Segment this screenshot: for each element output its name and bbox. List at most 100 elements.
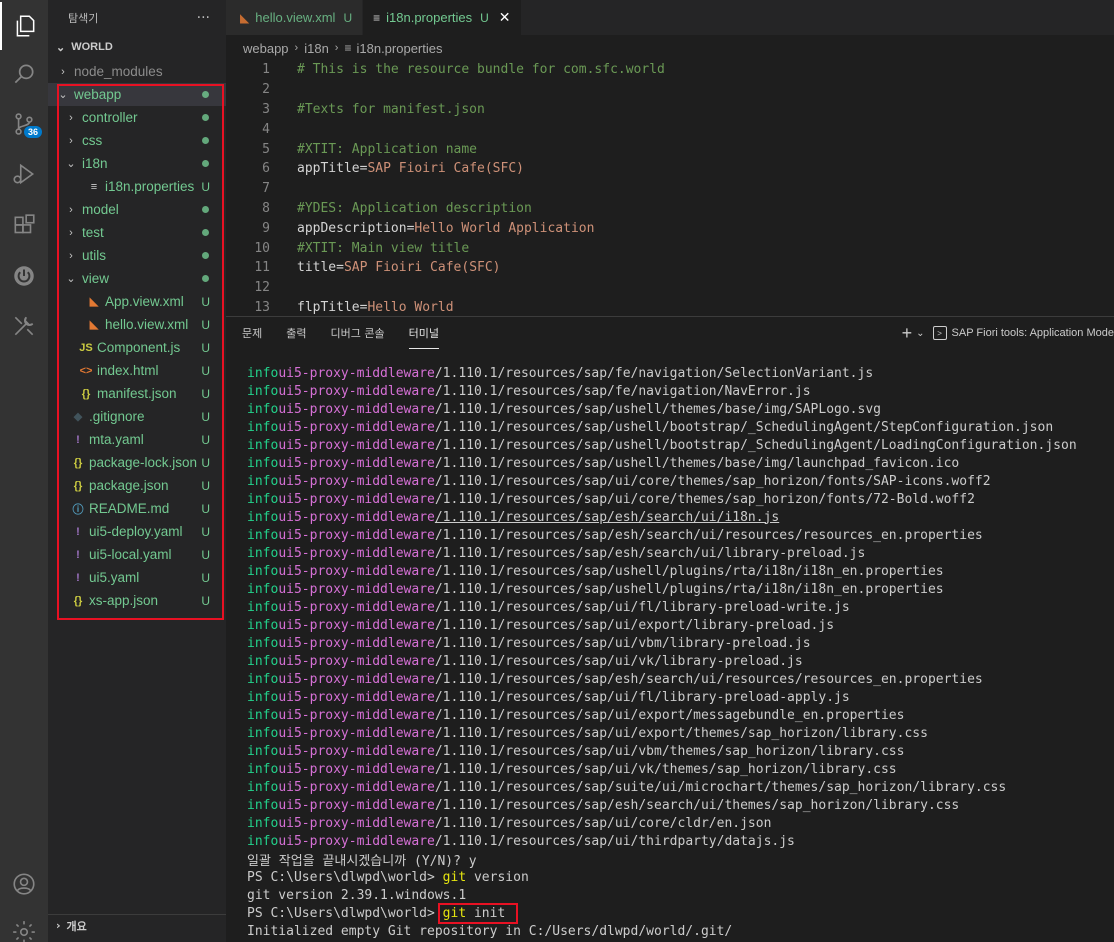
file-type-icon: ≡: [373, 10, 381, 25]
file-type-icon: {}: [73, 594, 83, 607]
terminal-command: git: [442, 905, 467, 921]
tree-item[interactable]: {} xs-app.json U: [48, 589, 226, 612]
tools-icon[interactable]: [0, 302, 48, 350]
account-icon[interactable]: [0, 860, 48, 908]
tree-item[interactable]: › model: [48, 198, 226, 221]
log-source: ui5-proxy-middleware: [278, 815, 435, 831]
log-source: ui5-proxy-middleware: [278, 491, 435, 507]
tree-item[interactable]: {} package.json U: [48, 474, 226, 497]
panel-tab[interactable]: 디버그 콘솔: [331, 317, 385, 349]
sap-fiori-icon[interactable]: [0, 252, 48, 300]
tree-item[interactable]: ◣ App.view.xml U: [48, 290, 226, 313]
tree-item[interactable]: ! ui5-deploy.yaml U: [48, 520, 226, 543]
terminal-output[interactable]: info ui5-proxy-middleware /1.110.1/resou…: [247, 364, 1114, 940]
terminal-line: info ui5-proxy-middleware /1.110.1/resou…: [247, 616, 1114, 634]
tree-item[interactable]: {} package-lock.json U: [48, 451, 226, 474]
chevron-down-icon[interactable]: ⌄: [916, 328, 924, 339]
file-type-icon: !: [76, 571, 80, 584]
property-key: appDescription: [297, 220, 407, 236]
tree-item[interactable]: › controller: [48, 106, 226, 129]
log-path: /1.110.1/resources/sap/ui/export/themes/…: [434, 725, 928, 741]
source-control-icon[interactable]: 36: [0, 100, 48, 148]
tree-item-label: node_modules: [74, 64, 163, 79]
workspace-root[interactable]: ⌄ WORLD: [48, 36, 226, 58]
tree-item[interactable]: › utils: [48, 244, 226, 267]
panel-tab[interactable]: 출력: [286, 317, 306, 349]
log-source: ui5-proxy-middleware: [278, 761, 435, 777]
tree-item[interactable]: ⌄ view: [48, 267, 226, 290]
tree-item[interactable]: JS Component.js U: [48, 336, 226, 359]
code-line: 9 appDescription=Hello World Application: [226, 218, 1114, 238]
log-path: /1.110.1/resources/sap/ui/vbm/library-pr…: [434, 635, 811, 651]
git-status-dot-icon: [202, 91, 209, 98]
tree-item[interactable]: ◆ .gitignore U: [48, 405, 226, 428]
terminal-name[interactable]: SAP Fiori tools: Application Mode: [952, 327, 1114, 339]
git-status-dot-icon: [202, 114, 209, 121]
log-source: ui5-proxy-middleware: [278, 419, 435, 435]
log-source: ui5-proxy-middleware: [278, 707, 435, 723]
terminal-line: Initialized empty Git repository in C:/U…: [247, 922, 1114, 940]
tree-item[interactable]: › test: [48, 221, 226, 244]
property-key: appTitle: [297, 161, 360, 177]
terminal-line: info ui5-proxy-middleware /1.110.1/resou…: [247, 724, 1114, 742]
tree-item[interactable]: ⌄ i18n: [48, 152, 226, 175]
log-path: /1.110.1/resources/sap/ushell/plugins/rt…: [434, 581, 944, 597]
tree-item[interactable]: ⓘ README.md U: [48, 497, 226, 520]
editor-tab[interactable]: ◣ hello.view.xml U: [226, 0, 364, 35]
close-icon[interactable]: ✕: [499, 9, 511, 26]
log-path: /1.110.1/resources/sap/ui/export/message…: [434, 707, 905, 723]
terminal-line: info ui5-proxy-middleware /1.110.1/resou…: [247, 544, 1114, 562]
tree-item[interactable]: ⌄ webapp: [48, 83, 226, 106]
tab-label: i18n.properties: [386, 10, 473, 25]
tree-item[interactable]: ! ui5-local.yaml U: [48, 543, 226, 566]
code-text: appTitle=SAP Fioiri Cafe(SFC): [297, 161, 524, 176]
property-value: SAP Fioiri Cafe(SFC): [343, 260, 501, 276]
log-level: info: [247, 383, 279, 399]
panel-tab[interactable]: 터미널: [408, 317, 439, 349]
line-number: 12: [254, 280, 270, 296]
file-type-icon: ◣: [89, 319, 99, 331]
more-actions-icon[interactable]: ···: [197, 10, 210, 26]
log-path: /1.110.1/resources/sap/fe/navigation/Sel…: [434, 365, 874, 381]
tree-item[interactable]: <> index.html U: [48, 359, 226, 382]
editor-tabs: ◣ hello.view.xml U ≡ i18n.properties U ✕: [226, 0, 1114, 35]
breadcrumb-item[interactable]: i18n: [304, 41, 329, 56]
log-path: /1.110.1/resources/sap/ushell/themes/bas…: [434, 455, 960, 471]
log-source: ui5-proxy-middleware: [278, 653, 435, 669]
line-number: 4: [262, 121, 270, 137]
tree-item[interactable]: ! ui5.yaml U: [48, 566, 226, 589]
log-path: /1.110.1/resources/sap/ui/vk/themes/sap_…: [434, 761, 897, 777]
editor-tab[interactable]: ≡ i18n.properties U ✕: [363, 0, 522, 35]
panel-tab[interactable]: 문제: [242, 317, 262, 349]
code-editor[interactable]: 1 # This is the resource bundle for com.s…: [226, 60, 1114, 316]
log-source: ui5-proxy-middleware: [278, 635, 435, 651]
new-terminal-icon[interactable]: +: [902, 323, 913, 344]
breadcrumb-item[interactable]: i18n.properties: [356, 41, 442, 56]
explorer-icon[interactable]: [0, 2, 48, 50]
breadcrumb-item[interactable]: webapp: [243, 41, 289, 56]
tree-item[interactable]: ◣ hello.view.xml U: [48, 313, 226, 336]
tree-item[interactable]: › css: [48, 129, 226, 152]
settings-gear-icon[interactable]: [0, 908, 48, 942]
tree-item[interactable]: {} manifest.json U: [48, 382, 226, 405]
outline-label: 개요: [66, 919, 87, 933]
terminal-command: git: [442, 869, 467, 885]
tree-item[interactable]: › node_modules: [48, 60, 226, 83]
search-icon[interactable]: [0, 50, 48, 98]
log-source: ui5-proxy-middleware: [278, 365, 435, 381]
git-status-badge: U: [201, 593, 210, 608]
tree-item[interactable]: ≡ i18n.properties U: [48, 175, 226, 198]
code-line: 10 #XTIT: Main view title: [226, 238, 1114, 258]
line-number: 9: [262, 220, 270, 236]
log-level: info: [247, 545, 279, 561]
tree-item[interactable]: ! mta.yaml U: [48, 428, 226, 451]
file-type-icon: {}: [73, 479, 83, 492]
log-path: /1.110.1/resources/sap/esh/search/ui/i18…: [434, 509, 780, 525]
extensions-icon[interactable]: [0, 202, 48, 250]
run-debug-icon[interactable]: [0, 150, 48, 198]
tab-label: hello.view.xml: [255, 10, 336, 25]
log-source: ui5-proxy-middleware: [278, 689, 435, 705]
outline-section[interactable]: › 개요: [48, 914, 226, 936]
explorer-sidebar: 탐색기 ··· ⌄ WORLD › node_modules ⌄ webapp › con…: [48, 0, 226, 942]
git-status-badge: U: [201, 317, 210, 332]
